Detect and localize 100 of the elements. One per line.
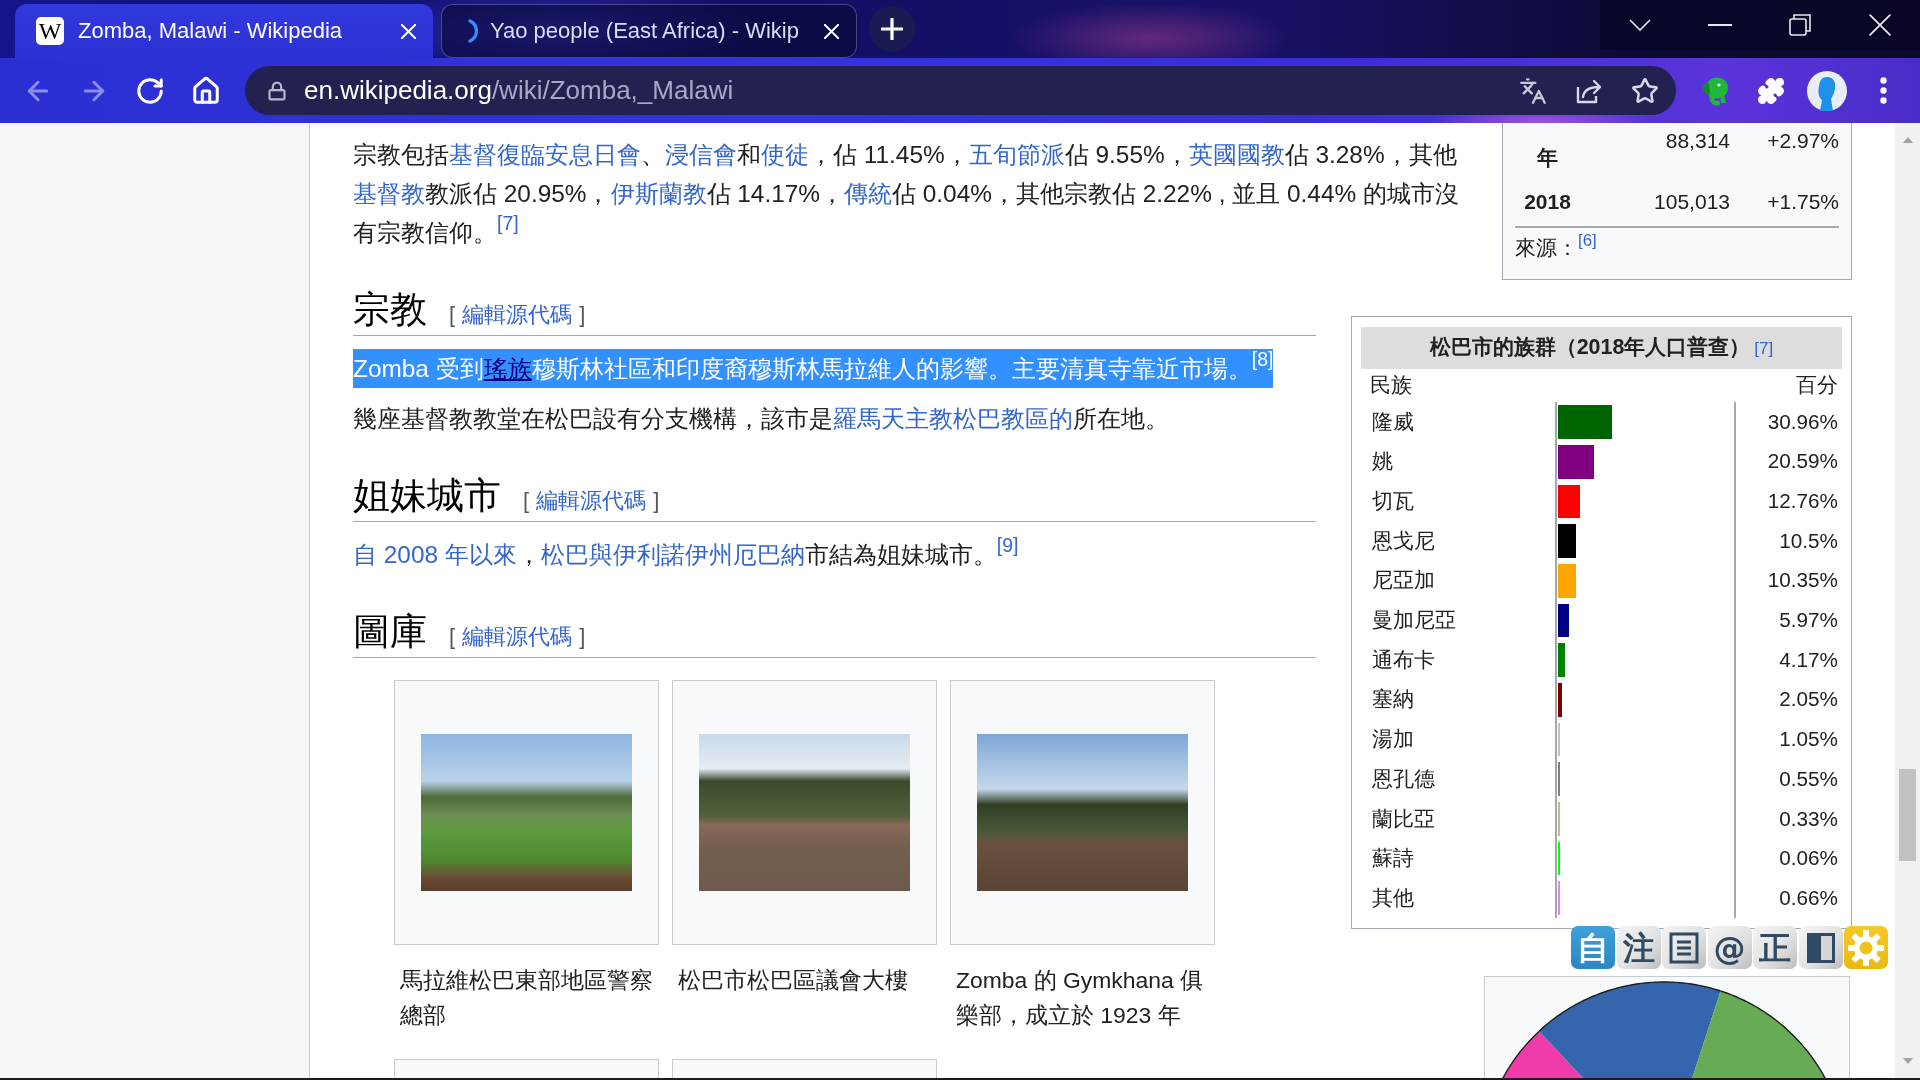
loading-spinner-icon [468,19,478,43]
link[interactable]: 浸信會 [665,141,737,168]
table-cell-text: 0.55% [1778,766,1839,792]
column-header: 百分 [1796,373,1838,399]
table-cell-text: 10.35% [1766,568,1839,594]
table-cell-text: 4.17% [1778,647,1839,673]
edit-source-link[interactable]: 編輯源代碼 [462,304,573,326]
table-cell-text: 湯加 [1371,727,1415,752]
link[interactable]: 五旬節派 [968,141,1065,168]
puzzle-icon [1757,76,1785,105]
close-window-button[interactable] [1840,0,1920,50]
link[interactable]: 傳統 [844,180,892,207]
scrollbar-thumb[interactable] [1899,769,1916,861]
reload-icon [135,75,165,106]
paragraph: 宗教包括基督復臨安息日會、浸信會和使徒，佔 11.45%，五旬節派佔 9.55%，英國國教佔 3.28%，其他 基督教教派佔 20.95%，伊斯蘭教佔 14.17%，傳統佔 0.04%，其他宗教佔 2.22% , 並且 0.44% 的城市沒有宗教信仰。$^{[7]}$ [353,140,1460,248]
share-icon [1575,77,1603,104]
bracket-text: ] [653,490,660,512]
converter-button[interactable] [1798,926,1843,969]
table-cell-text: 切瓦 [1371,489,1415,514]
reference-link[interactable]: [6] [1578,231,1597,250]
table-cell-text: 通布卡 [1371,647,1436,673]
table-cell-text: +1.75% [1766,189,1839,215]
section-title: 宗教 [353,288,427,332]
link[interactable]: 羅馬天主教松巴教區的 [833,405,1073,432]
table-cell-text: 曼加尼亞 [1371,608,1457,633]
edit-source-link[interactable]: 編輯源代碼 [462,626,573,648]
table-cell-text: 恩孔德 [1371,766,1436,792]
converter-button[interactable]: 注 [1616,926,1661,969]
chevron-down-icon [1629,19,1651,31]
source-label: 來源： [1515,236,1578,260]
plus-icon [881,18,903,40]
table-cell-text: 1.05% [1778,727,1839,752]
converter-button[interactable] [1662,926,1706,969]
table-cell-text: 恩戈尼 [1371,528,1436,554]
scrollbar[interactable] [1895,123,1920,1078]
link[interactable]: 基督復臨安息日會 [449,141,641,168]
converter-button[interactable]: 正 [1753,926,1797,969]
table-cell-text: 10.5% [1778,528,1839,554]
profile-button[interactable] [1805,68,1849,113]
home-icon [191,75,221,106]
close-icon [1869,14,1891,36]
browser-tab[interactable]: W Zomba, Malawi - Wikipedia [15,4,433,58]
table-cell-text: 12.76% [1766,489,1839,514]
restore-icon [1789,14,1811,36]
table-cell-text: 其他 [1371,885,1415,911]
link[interactable]: 使徒 [761,141,809,168]
section-title: 圖庫 [353,610,427,654]
browser-tab[interactable]: Yao people (East Africa) - Wikip [441,4,857,58]
converter-button[interactable]: 自 [1571,926,1615,969]
table-cell-text: 姚 [1371,449,1394,475]
star-icon [1631,76,1659,105]
close-icon [400,23,416,39]
bracket-text: [ [449,304,456,326]
table-cell-text: 2.05% [1778,687,1839,713]
gallery-caption: 松巴市松巴區議會大樓 [677,966,909,995]
link[interactable]: 松巴與伊利諾伊州厄巴納 [540,541,805,568]
close-icon [823,23,839,39]
table-cell-text: 5.97% [1778,608,1839,633]
link[interactable]: 基督教 [353,180,425,207]
table-cell-text: 30.96% [1766,409,1839,435]
paragraph: 幾座基督教教堂在松巴設有分支機構，該市是羅馬天主教松巴教區的所在地。 [353,404,1170,434]
table-cell-text: 0.06% [1778,846,1839,872]
translate-icon [1519,76,1547,105]
paragraph: Zomba 受到瑤族穆斯林社區和印度裔穆斯林馬拉維人的影響。主要清真寺靠近市場。$^{[8]}$ [353,349,1274,388]
section-title: 姐妹城市 [353,474,501,518]
menu-icon [1879,77,1887,104]
contrast-icon [1806,932,1835,963]
table-cell-text: +2.97% [1766,128,1839,154]
link[interactable]: 伊斯蘭教 [610,180,707,207]
address-bar[interactable]: en.wikipedia.org/wiki/Zomba,_Malawi [245,66,1676,115]
table-cell-text: 88,314 [1664,128,1730,154]
lock-icon [267,80,287,101]
column-header: 民族 [1370,373,1412,399]
new-tab-button[interactable] [869,6,915,52]
table-cell-text: 0.33% [1778,806,1839,832]
edit-source-link[interactable]: 編輯源代碼 [536,490,647,512]
gear-icon [1848,929,1884,966]
converter-button[interactable]: @ [1707,926,1752,969]
list-icon [1669,931,1699,964]
link[interactable]: 瑤族 [483,355,532,382]
gallery-caption: Zomba 的 Gymkhana 俱樂部，成立於 1923 年 [955,966,1204,1030]
avatar-icon [1807,70,1847,111]
link[interactable]: 自 2008 年以來 [353,541,517,568]
table-cell-text: 2018 [1523,189,1572,215]
table-cell-text: 20.59% [1766,449,1839,475]
reference-link[interactable]: [8] [1251,348,1274,371]
table-cell-text: 蘭比亞 [1371,806,1436,832]
bracket-text: ] [579,304,586,326]
link[interactable]: 英國國教 [1188,141,1285,168]
reference-link[interactable]: [9] [996,534,1019,557]
table-cell-text: 尼亞加 [1371,568,1436,594]
table-title: 松巴市的族群（2018年人口普查） [1429,335,1751,362]
url-text: en.wikipedia.org/wiki/Zomba,_Malawi [304,75,735,106]
table-cell-text: 塞納 [1371,687,1415,713]
reference-link[interactable]: [7] [497,212,519,235]
reference-link[interactable]: [7] [1754,339,1774,357]
minimize-icon [1708,24,1732,26]
table-cell-text: 隆威 [1371,409,1415,435]
bracket-text: [ [449,626,456,648]
favicon-icon: W [36,17,64,45]
